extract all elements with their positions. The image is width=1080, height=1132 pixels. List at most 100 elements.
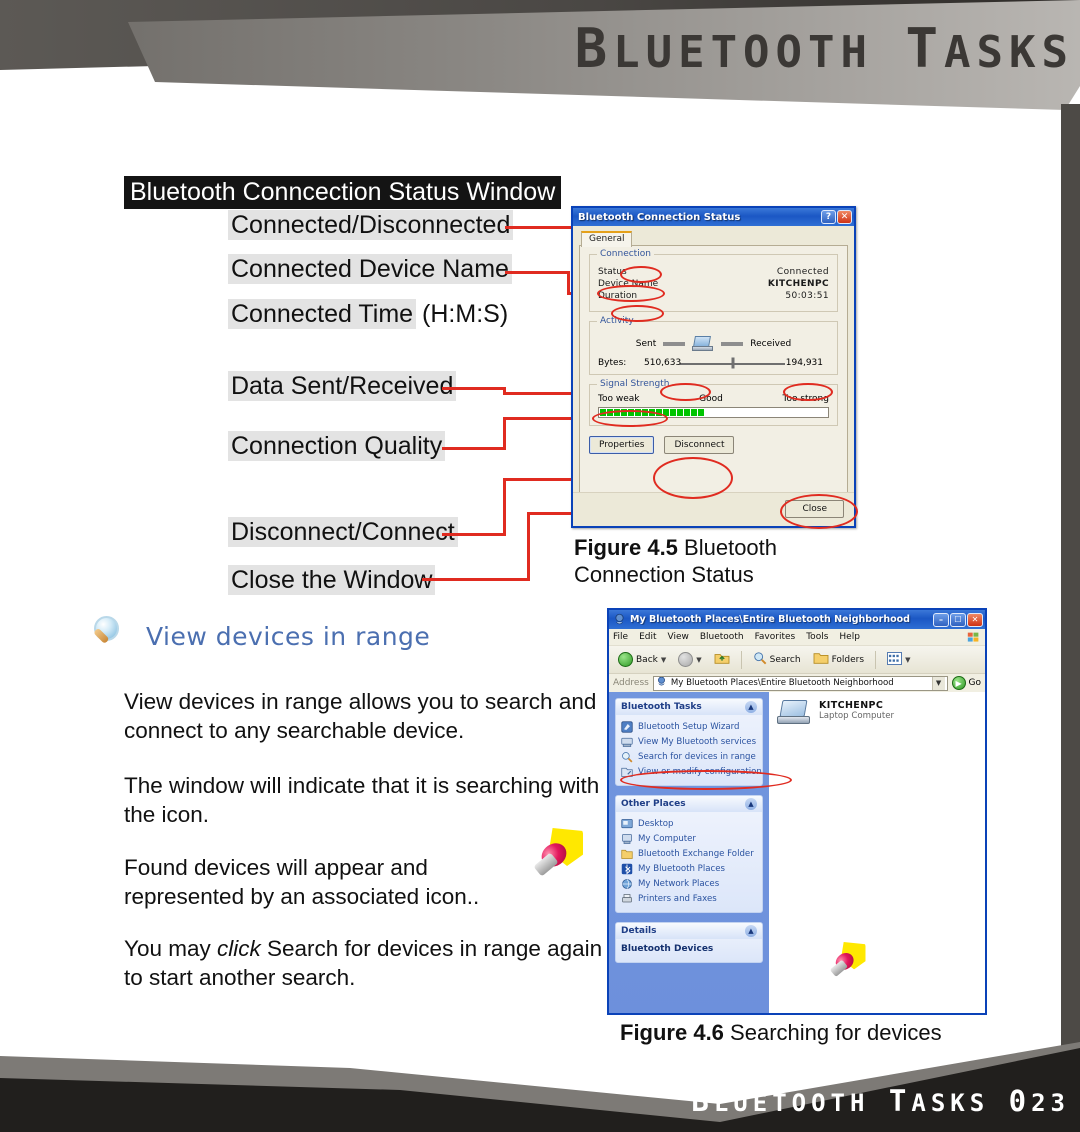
properties-button[interactable]: Properties bbox=[589, 436, 655, 454]
task-pane-item-label: My Computer bbox=[638, 833, 696, 844]
figure-45-label: Figure 4.5 bbox=[574, 535, 678, 560]
task-pane-item-label: Bluetooth Exchange Folder bbox=[638, 848, 754, 859]
footer-text: BLUETOOTH TASKS 023 bbox=[691, 1084, 1070, 1118]
connector-line bbox=[503, 478, 506, 536]
address-input[interactable]: My Bluetooth Places\Entire Bluetooth Nei… bbox=[652, 675, 948, 691]
task-pane-item[interactable]: My Bluetooth Places bbox=[621, 861, 757, 876]
connection-group-label: Connection bbox=[597, 249, 654, 259]
task-pane-item[interactable]: My Computer bbox=[621, 831, 757, 846]
view-devices-heading: View devices in range bbox=[88, 614, 430, 658]
bytes-sent-value: 510,633 bbox=[644, 358, 682, 368]
activity-group: Activity Sent Received Bytes: 510,633 19… bbox=[589, 316, 838, 375]
callout-connected-time: Connected Time (H:M:S) bbox=[228, 299, 508, 329]
views-button[interactable]: ▼ bbox=[883, 650, 914, 670]
dialog-title-bar: Bluetooth Connection Status ? ✕ bbox=[573, 208, 854, 226]
details-text: Bluetooth Devices bbox=[621, 944, 714, 954]
go-button[interactable]: ▶ Go bbox=[951, 676, 981, 690]
toolbar-separator bbox=[740, 650, 742, 669]
menu-item-edit[interactable]: Edit bbox=[639, 632, 656, 642]
signal-segment bbox=[684, 409, 690, 416]
views-icon bbox=[887, 651, 903, 668]
page-title: BLUETOOTH TASKS bbox=[574, 17, 1074, 80]
menu-item-favorites[interactable]: Favorites bbox=[755, 632, 796, 642]
chevron-up-icon[interactable]: ▲ bbox=[745, 798, 757, 810]
forward-button[interactable]: ▼ bbox=[674, 650, 705, 669]
other-places-title: Other Places bbox=[621, 799, 686, 809]
network-icon bbox=[621, 878, 633, 890]
folder-icon bbox=[621, 848, 633, 860]
task-pane-item-label: My Network Places bbox=[638, 878, 720, 889]
menu-item-view[interactable]: View bbox=[668, 632, 689, 642]
search-button[interactable]: Search bbox=[749, 649, 805, 670]
other-places-panel: Other Places ▲ Desktop My Computer Bluetoo… bbox=[615, 795, 763, 913]
back-button[interactable]: Back ▼ bbox=[614, 650, 670, 669]
help-icon[interactable]: ? bbox=[821, 210, 836, 224]
toolbar-separator bbox=[875, 650, 877, 669]
views-dropdown-icon[interactable]: ▼ bbox=[905, 656, 910, 664]
computer-icon bbox=[621, 833, 633, 845]
bluetooth-tasks-header[interactable]: Bluetooth Tasks ▲ bbox=[616, 699, 762, 715]
back-dropdown-icon[interactable]: ▼ bbox=[661, 656, 666, 664]
forward-dropdown-icon: ▼ bbox=[696, 655, 702, 664]
task-pane-item-label: Bluetooth Setup Wizard bbox=[638, 721, 740, 732]
task-pane-item[interactable]: Bluetooth Setup Wizard bbox=[621, 719, 757, 734]
menu-item-help[interactable]: Help bbox=[839, 632, 860, 642]
minimize-icon[interactable]: – bbox=[933, 612, 949, 627]
close-icon[interactable]: ✕ bbox=[967, 612, 983, 627]
folders-button[interactable]: Folders bbox=[809, 649, 869, 670]
close-icon[interactable]: ✕ bbox=[837, 210, 852, 224]
explorer-toolbar: Back ▼ ▼ Search Folders ▼ bbox=[609, 646, 985, 674]
connector-line bbox=[422, 578, 530, 581]
signal-segment bbox=[712, 409, 718, 416]
other-places-header[interactable]: Other Places ▲ bbox=[616, 796, 762, 812]
go-icon: ▶ bbox=[951, 676, 966, 690]
details-header[interactable]: Details ▲ bbox=[616, 923, 762, 939]
back-icon bbox=[618, 652, 633, 667]
task-pane-item[interactable]: Desktop bbox=[621, 816, 757, 831]
connection-group: Connection Status Connected Device Name … bbox=[589, 249, 838, 312]
searching-bulb-icon bbox=[533, 828, 595, 888]
signal-segment bbox=[670, 409, 676, 416]
task-pane-item[interactable]: Bluetooth Exchange Folder bbox=[621, 846, 757, 861]
connector-line bbox=[442, 447, 506, 450]
dialog-title: Bluetooth Connection Status bbox=[578, 211, 741, 223]
menu-item-bluetooth[interactable]: Bluetooth bbox=[700, 632, 744, 642]
callout-data-sent-received: Data Sent/Received bbox=[228, 371, 457, 401]
device-list-item[interactable]: KITCHENPC Laptop Computer bbox=[777, 700, 985, 726]
paragraph-2: The window will indicate that it is sear… bbox=[124, 773, 600, 827]
sent-dash-icon bbox=[663, 342, 686, 346]
disconnect-button[interactable]: Disconnect bbox=[664, 436, 735, 454]
search-icon bbox=[753, 651, 767, 668]
callout-connected-device-name: Connected Device Name bbox=[228, 254, 512, 284]
connector-line bbox=[442, 533, 506, 536]
magnifier-icon bbox=[88, 614, 132, 658]
callout-connection-quality: Connection Quality bbox=[228, 431, 446, 461]
task-pane-item[interactable]: Printers and Faxes bbox=[621, 891, 757, 906]
explorer-address-bar: Address My Bluetooth Places\Entire Bluet… bbox=[609, 674, 985, 692]
chevron-up-icon[interactable]: ▲ bbox=[745, 925, 757, 937]
desktop-icon bbox=[621, 818, 633, 830]
signal-segment bbox=[677, 409, 683, 416]
chevron-up-icon[interactable]: ▲ bbox=[745, 701, 757, 713]
laptop-icon bbox=[777, 700, 811, 726]
callout-disconnect-connect: Disconnect/Connect bbox=[228, 517, 458, 547]
signal-segment bbox=[747, 409, 753, 416]
annotation-ellipse-search-for-devices bbox=[620, 770, 792, 790]
annotation-ellipse-signal-strength bbox=[592, 410, 668, 427]
computer-icon bbox=[692, 336, 714, 352]
paragraph-1: View devices in range allows you to sear… bbox=[124, 689, 597, 743]
maximize-icon[interactable]: ☐ bbox=[950, 612, 966, 627]
task-pane-item[interactable]: View My Bluetooth services bbox=[621, 734, 757, 749]
task-pane-item[interactable]: Search for devices in range bbox=[621, 749, 757, 764]
address-dropdown-icon[interactable]: ▼ bbox=[931, 676, 945, 690]
device-name-value: KITCHENPC bbox=[767, 279, 829, 289]
task-pane-item[interactable]: My Network Places bbox=[621, 876, 757, 891]
menu-item-tools[interactable]: Tools bbox=[806, 632, 828, 642]
up-button[interactable] bbox=[710, 649, 734, 670]
tab-general[interactable]: General bbox=[581, 231, 633, 247]
section-title: Bluetooth Conncection Status Window bbox=[124, 176, 562, 209]
explorer-title-bar: My Bluetooth Places\Entire Bluetooth Nei… bbox=[609, 610, 985, 629]
bytes-row: Bytes: 510,633 194,931 bbox=[598, 357, 829, 369]
details-panel: Details ▲ Bluetooth Devices bbox=[615, 922, 763, 963]
menu-item-file[interactable]: File bbox=[613, 632, 628, 642]
